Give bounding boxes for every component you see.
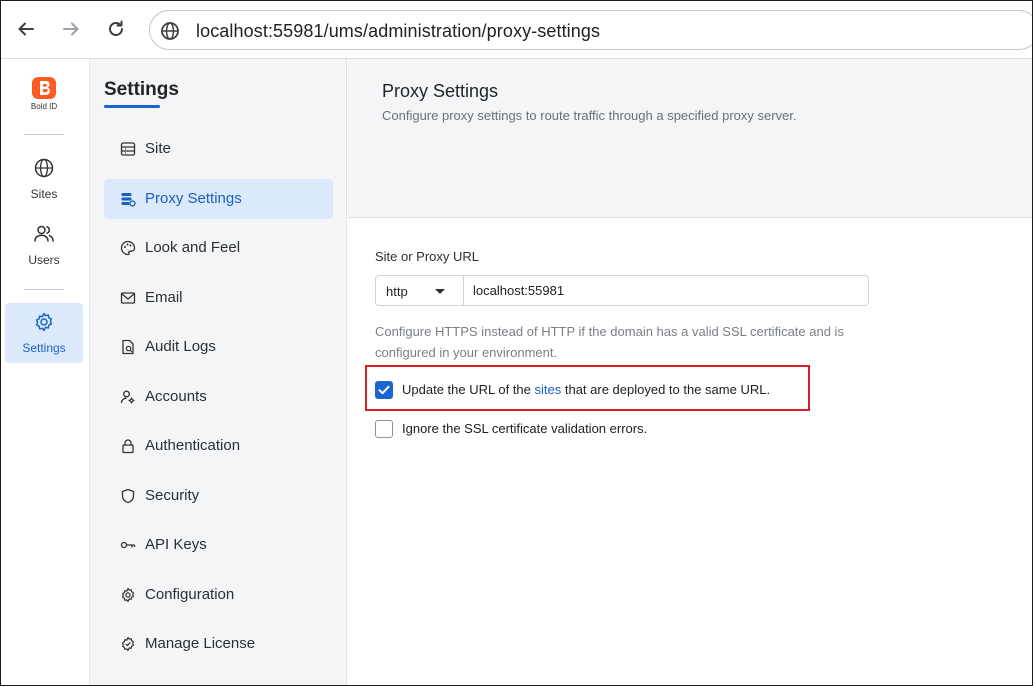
arrow-right-icon xyxy=(63,22,79,36)
menu-item-look-and-feel[interactable]: Look and Feel xyxy=(104,228,333,268)
rail-item-sites[interactable]: Sites xyxy=(5,149,83,209)
ignore-ssl-checkbox[interactable] xyxy=(375,420,393,438)
menu-item-label: Accounts xyxy=(145,388,207,405)
menu-item-label: Configuration xyxy=(145,586,235,603)
menu-item-api-keys[interactable]: API Keys xyxy=(104,525,333,565)
key-icon xyxy=(120,541,136,549)
logo-text: Bold ID xyxy=(30,102,58,111)
gear-icon xyxy=(35,312,53,332)
users-icon xyxy=(34,225,54,242)
update-urls-checkbox[interactable] xyxy=(375,381,393,399)
globe-icon xyxy=(34,158,54,178)
menu-item-audit-logs[interactable]: Audit Logs xyxy=(104,327,333,367)
reload-icon xyxy=(109,20,123,36)
sites-link[interactable]: sites xyxy=(535,382,562,397)
rail-item-label: Sites xyxy=(30,187,58,201)
menu-item-site[interactable]: Site xyxy=(104,129,333,169)
proxy-url-input[interactable] xyxy=(464,275,869,306)
cog-icon xyxy=(122,587,134,603)
arrow-left-icon xyxy=(18,22,34,36)
https-hint-text: Configure HTTPS instead of HTTP if the d… xyxy=(375,324,844,360)
checkmark-icon xyxy=(378,385,390,395)
menu-item-label: Manage License xyxy=(145,635,256,652)
settings-menu: Settings Site Proxy Settings Look and Fe… xyxy=(90,59,347,685)
reload-button[interactable] xyxy=(101,14,131,44)
lock-icon xyxy=(122,439,134,454)
proxy-icon xyxy=(121,193,136,207)
license-icon xyxy=(122,636,134,652)
app-window: localhost:55981/ums/administration/proxy… xyxy=(0,0,1033,686)
rail-divider xyxy=(24,289,64,290)
mail-icon xyxy=(120,292,136,304)
menu-item-label: Authentication xyxy=(145,437,241,454)
url-field-label: Site or Proxy URL xyxy=(375,249,480,264)
menu-item-manage-license[interactable]: Manage License xyxy=(104,624,333,664)
main-content: Proxy Settings Configure proxy settings … xyxy=(348,59,1032,685)
caret-down-icon xyxy=(435,289,445,294)
rail-item-users[interactable]: Users xyxy=(5,215,83,275)
menu-item-security[interactable]: Security xyxy=(104,476,333,516)
address-bar[interactable]: localhost:55981/ums/administration/proxy… xyxy=(149,10,1032,50)
site-icon xyxy=(120,142,136,156)
update-urls-label: Update the URL of the sites that are dep… xyxy=(402,382,770,397)
accounts-icon xyxy=(120,390,135,404)
shield-icon xyxy=(121,488,135,504)
rail-item-settings[interactable]: Settings xyxy=(5,303,83,363)
app-rail: Bold ID Sites Users Settings xyxy=(1,59,90,685)
menu-item-configuration[interactable]: Configuration xyxy=(104,575,333,615)
update-urls-text-before: Update the URL of the xyxy=(402,382,535,397)
protocol-value: http xyxy=(386,284,408,299)
menu-item-accounts[interactable]: Accounts xyxy=(104,377,333,417)
update-urls-text-after: that are deployed to the same URL. xyxy=(561,382,771,397)
site-info-icon[interactable] xyxy=(160,21,180,41)
menu-item-label: Proxy Settings xyxy=(145,190,242,207)
title-underline xyxy=(104,105,160,108)
menu-item-label: API Keys xyxy=(145,536,207,553)
back-button[interactable] xyxy=(11,14,41,44)
menu-item-authentication[interactable]: Authentication xyxy=(104,426,333,466)
page-subtitle: Configure proxy settings to route traffi… xyxy=(382,108,797,123)
bold-id-logo-icon[interactable] xyxy=(31,76,57,100)
protocol-dropdown[interactable]: http xyxy=(375,275,464,306)
menu-item-label: Email xyxy=(145,289,183,306)
menu-item-label: Audit Logs xyxy=(145,338,216,355)
address-url: localhost:55981/ums/administration/proxy… xyxy=(196,21,601,41)
browser-toolbar: localhost:55981/ums/administration/proxy… xyxy=(1,1,1032,59)
menu-item-email[interactable]: Email xyxy=(104,278,333,318)
forward-button[interactable] xyxy=(56,14,86,44)
settings-menu-title: Settings xyxy=(104,79,179,100)
rail-item-label: Users xyxy=(28,253,60,267)
ignore-ssl-label: Ignore the SSL certificate validation er… xyxy=(402,421,648,436)
page-title: Proxy Settings xyxy=(382,81,499,101)
rail-item-label: Settings xyxy=(22,341,66,355)
palette-icon xyxy=(120,240,136,256)
menu-item-label: Site xyxy=(145,140,171,157)
rail-divider xyxy=(24,134,64,135)
menu-item-label: Security xyxy=(145,487,200,504)
menu-item-label: Look and Feel xyxy=(145,239,241,256)
menu-item-proxy-settings[interactable]: Proxy Settings xyxy=(104,179,333,219)
audit-log-icon xyxy=(122,339,134,355)
page-header: Proxy Settings Configure proxy settings … xyxy=(348,59,1032,218)
